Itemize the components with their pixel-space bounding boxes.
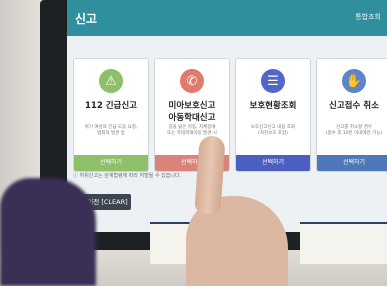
prev-label: 이전 [CLEAR]: [87, 198, 128, 206]
alarm-icon: ⚠: [99, 69, 123, 93]
select-button[interactable]: 선택하기: [74, 155, 148, 171]
card-description: 신고를 취소할 경우 (접수 후 10분 이내에만 가능): [325, 125, 383, 136]
list-icon: ☰: [261, 69, 285, 93]
header-bar: 신고 통합조회: [67, 0, 387, 36]
card-title: 미아보호신고: [168, 101, 216, 111]
select-button[interactable]: 선택하기: [236, 155, 310, 171]
card-title: 신고접수 취소: [329, 101, 379, 111]
pointing-finger: [194, 135, 226, 215]
card-cancel-report[interactable]: ✋ 신고접수 취소 신고를 취소할 경우 (접수 후 10분 이내에만 가능) …: [316, 58, 387, 172]
person-sleeve: [0, 178, 96, 286]
warning-note: ⓘ 허위신고는 관계법령에 따라 처벌될 수 있습니다.: [73, 173, 182, 179]
card-description: 길을 잃은 아동, 지체장애 또는 학대피해아동 발견 시: [167, 125, 217, 136]
select-button[interactable]: 선택하기: [317, 155, 387, 171]
card-title: 보호현황조회: [249, 101, 297, 111]
sticker-right: [300, 222, 387, 264]
card-emergency-report[interactable]: ⚠ 112 긴급신고 위기 여성의 긴급 도움 요청, 범죄의 발견 등 선택하…: [73, 58, 149, 172]
header-link[interactable]: 통합조회: [355, 12, 381, 22]
card-subtitle: 아동학대신고: [168, 113, 216, 123]
card-protection-status[interactable]: ☰ 보호현황조회 보호신고신고 내용 조회 (자진보호 포함) 선택하기: [235, 58, 311, 172]
page-title: 신고: [75, 12, 98, 26]
card-title: 112 긴급신고: [85, 101, 137, 111]
phone-icon: ✆: [180, 69, 204, 93]
card-description: 보호신고신고 내용 조회 (자진보호 포함): [250, 125, 296, 136]
hand-icon: ✋: [342, 69, 366, 93]
card-description: 위기 여성의 긴급 도움 요청, 범죄의 발견 등: [84, 125, 138, 136]
